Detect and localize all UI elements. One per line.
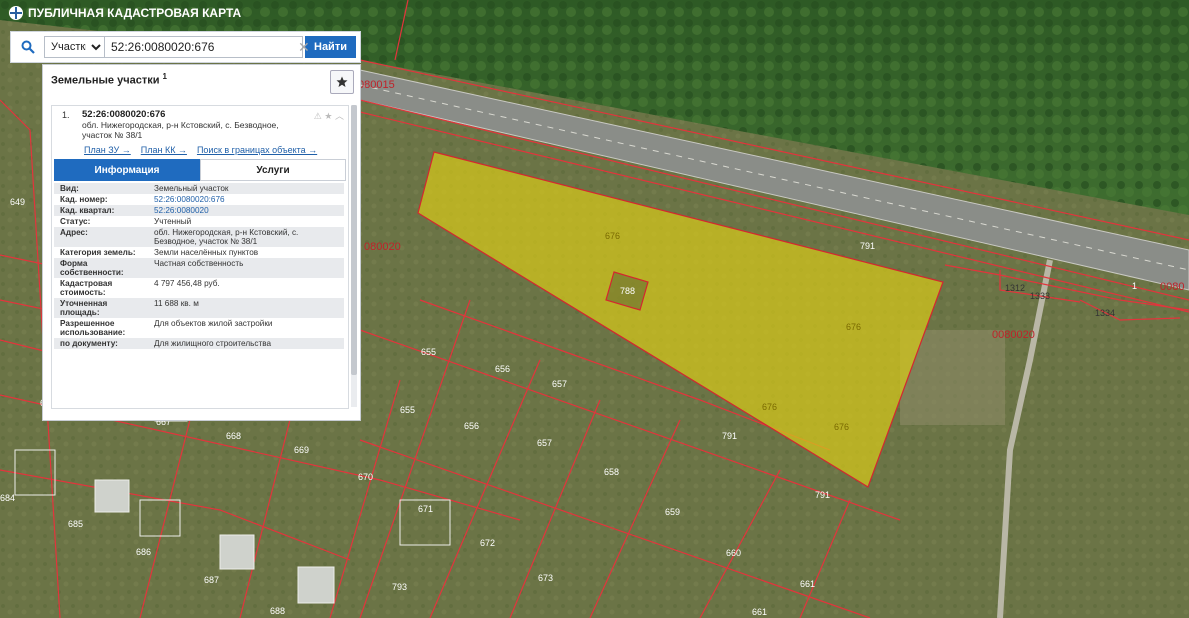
- result-cadastral-number[interactable]: 52:26:0080020:676: [82, 109, 342, 120]
- map-label: 688: [270, 606, 285, 616]
- plan-kk-link[interactable]: План КК →: [141, 145, 187, 155]
- map-label: 791: [860, 241, 875, 251]
- result-actions: ⚠ ★ ︿: [314, 109, 344, 122]
- table-row: Кад. квартал: 52:26:0080020: [54, 205, 344, 216]
- map-label: 676: [605, 231, 620, 241]
- map-label: 684: [0, 493, 15, 503]
- app-title: ПУБЛИЧНАЯ КАДАСТРОВАЯ КАРТА: [28, 6, 242, 20]
- clear-icon[interactable]: ✕: [298, 39, 310, 56]
- search-icon[interactable]: [11, 40, 44, 54]
- map-label: 655: [400, 405, 415, 415]
- search-panel: Участки ✕ Найти Земельные участки 1 1. 5…: [10, 31, 361, 421]
- map-label: 661: [800, 579, 815, 589]
- search-bar: Участки ✕ Найти: [10, 31, 361, 63]
- info-table: Вид: Земельный участок Кад. номер: 52:26:0…: [54, 183, 344, 349]
- map-label: 660: [726, 548, 741, 558]
- info-tabs: Информация Услуги: [54, 159, 346, 181]
- search-in-bounds-link[interactable]: Поиск в границах объекта →: [197, 145, 317, 155]
- map-label: 676: [846, 322, 861, 332]
- table-row: Форма собственности: Частная собственност…: [54, 258, 344, 278]
- search-button[interactable]: Найти: [305, 36, 356, 58]
- map-label: 080020: [364, 241, 401, 253]
- map-label: 0080020: [992, 329, 1035, 341]
- map-label: 661: [752, 607, 767, 617]
- map-label: 791: [722, 431, 737, 441]
- tab-services[interactable]: Услуги: [200, 159, 346, 181]
- table-row: Кадастровая стоимость: 4 797 456,48 руб.: [60, 279, 220, 297]
- map-label: 655: [421, 347, 436, 357]
- map-label: 658: [604, 467, 619, 477]
- plan-zu-link[interactable]: План ЗУ →: [84, 145, 131, 155]
- map-label: 656: [464, 421, 479, 431]
- table-row: Категория земель: Земли населённых пункто…: [60, 248, 259, 257]
- map-label: 669: [294, 445, 309, 455]
- map-label: 788: [620, 286, 635, 296]
- result-address-line1: обл. Нижегородская, р-н Кстовский, с. Бе…: [82, 120, 279, 130]
- map-label: 668: [226, 431, 241, 441]
- map-label: 686: [136, 547, 151, 557]
- result-index: 1.: [62, 110, 70, 120]
- favorite-button[interactable]: [330, 70, 354, 94]
- scrollbar-thumb[interactable]: [351, 105, 357, 375]
- results-scrollbar[interactable]: [351, 105, 357, 407]
- map-label: 0080: [1160, 281, 1184, 293]
- map-label: 687: [204, 575, 219, 585]
- star-icon: [336, 76, 348, 87]
- results-count: 1: [162, 72, 167, 81]
- tab-info[interactable]: Информация: [54, 159, 200, 181]
- map-label: 657: [552, 379, 567, 389]
- map-label: 1312: [1005, 283, 1025, 293]
- table-row: Адрес: обл. Нижегородская, р-н Кстовский,…: [54, 227, 344, 247]
- table-row: Статус: Учтенный: [60, 217, 192, 226]
- star-outline-icon[interactable]: ★: [324, 111, 332, 121]
- map-label: 791: [815, 490, 830, 500]
- map-label: 793: [392, 582, 407, 592]
- search-type-select[interactable]: Участки: [44, 36, 105, 58]
- results-title: Земельные участки 1: [51, 72, 167, 87]
- table-row: Разрешенное использование: Для объектов ж…: [60, 319, 273, 337]
- result-links: План ЗУ → План КК → Поиск в границах объ…: [52, 140, 348, 159]
- map-label: 080015: [358, 79, 395, 91]
- app-header: ПУБЛИЧНАЯ КАДАСТРОВАЯ КАРТА: [0, 0, 360, 26]
- table-row: по документу: Для жилищного строительства: [54, 338, 344, 349]
- map-label: 676: [762, 402, 777, 412]
- map-label: 656: [495, 364, 510, 374]
- warning-icon[interactable]: ⚠: [314, 111, 322, 121]
- map-label: 1333: [1030, 291, 1050, 301]
- search-input[interactable]: [105, 36, 303, 58]
- map-label: 670: [358, 472, 373, 482]
- table-row: Уточненная площадь: 11 688 кв. м: [54, 298, 344, 318]
- map-label: 659: [665, 507, 680, 517]
- map-label: 1334: [1095, 308, 1115, 318]
- map-label: 685: [68, 519, 83, 529]
- chevron-up-icon[interactable]: ︿: [335, 111, 344, 121]
- table-row: Кад. номер: 52:26:0080020:676: [60, 195, 225, 204]
- results-card: Земельные участки 1 1. 52:26:0080020:676…: [42, 64, 361, 421]
- map-label: 672: [480, 538, 495, 548]
- app-logo-icon: [9, 6, 23, 20]
- table-row: Вид: Земельный участок: [54, 183, 344, 194]
- result-address-line2: участок № 38/1: [82, 130, 143, 140]
- map-label: 673: [538, 573, 553, 583]
- map-label: 671: [418, 504, 433, 514]
- result-item: 1. 52:26:0080020:676 обл. Нижегородская,…: [51, 105, 349, 409]
- map-label: 1: [1132, 281, 1137, 291]
- map-label: 676: [834, 422, 849, 432]
- map-label: 657: [537, 438, 552, 448]
- map-label: 649: [10, 197, 25, 207]
